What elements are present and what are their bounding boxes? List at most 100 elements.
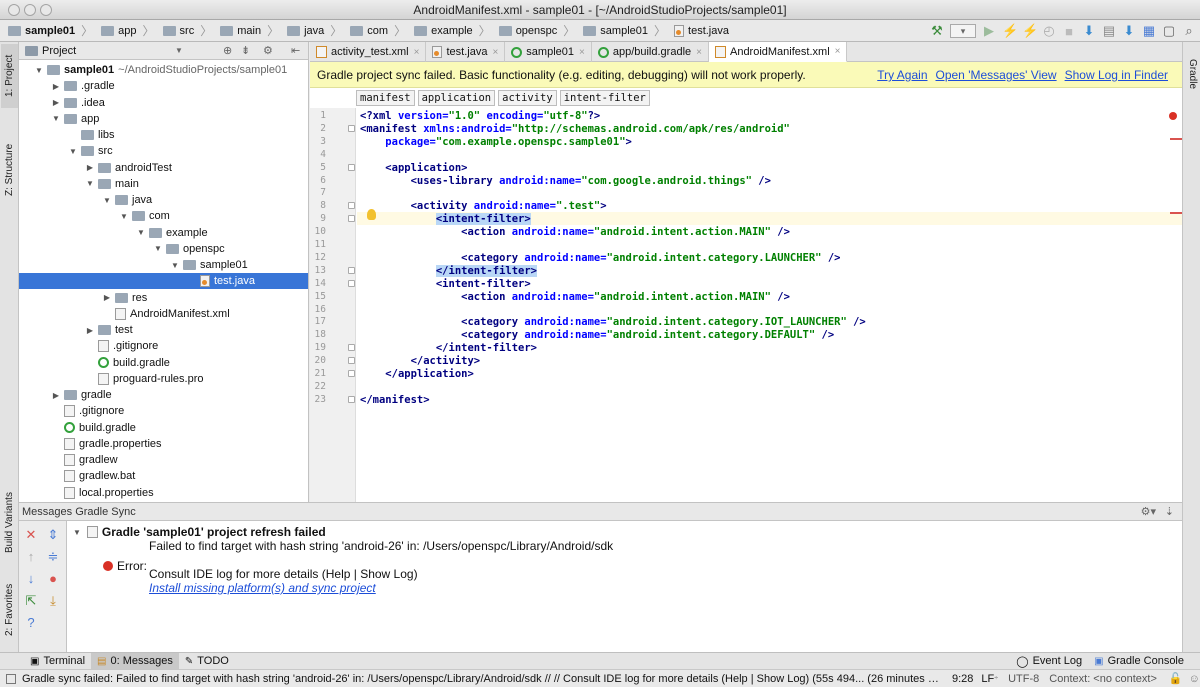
breadcrumb-item[interactable]: openspc 〉 <box>495 20 580 42</box>
device-monitor-icon[interactable]: ▢ <box>1162 23 1176 39</box>
hide-panel-icon[interactable]: ⇣ <box>1165 505 1174 518</box>
debug-icon[interactable]: ⚡ <box>1002 23 1018 39</box>
context-indicator[interactable]: Context: <no context> <box>1049 673 1157 685</box>
error-stripe-mark[interactable] <box>1170 212 1182 214</box>
chevron-right-icon[interactable]: ▶ <box>52 98 60 107</box>
profile-icon[interactable]: ◴ <box>1042 23 1056 39</box>
editor-tab[interactable]: test.java × <box>426 42 506 62</box>
editor-tab[interactable]: app/build.gradle × <box>592 42 709 62</box>
code-line[interactable]: <activity android:name=".test"> <box>360 200 607 213</box>
fold-marker-icon[interactable] <box>348 279 355 287</box>
breadcrumb-item[interactable]: test.java <box>670 20 733 42</box>
run-icon[interactable]: ▶ <box>982 23 996 39</box>
tab-structure-tool[interactable]: Z: Structure <box>1 122 18 218</box>
chevron-right-icon[interactable]: ▶ <box>52 82 60 91</box>
breadcrumb-item[interactable]: example 〉 <box>410 20 495 42</box>
tree-item[interactable]: ▶ androidTest <box>19 160 308 176</box>
breadcrumb-item[interactable]: app 〉 <box>97 20 158 42</box>
close-icon[interactable]: × <box>414 47 420 58</box>
avd-manager-icon[interactable]: ▤ <box>1102 23 1116 39</box>
code-line[interactable]: <uses-library android:name="com.google.a… <box>360 175 771 188</box>
chevron-down-icon[interactable]: ▼ <box>103 196 111 205</box>
sdk-manager-icon[interactable]: ⬇ <box>1122 23 1136 39</box>
project-view-title[interactable]: Project <box>42 45 76 57</box>
code-line[interactable]: </activity> <box>360 355 481 368</box>
breadcrumb-item[interactable]: sample01 〉 <box>4 20 97 42</box>
chevron-right-icon[interactable]: ▶ <box>86 326 94 335</box>
chevron-right-icon[interactable]: ▶ <box>86 163 94 172</box>
fold-marker-icon[interactable] <box>348 344 355 352</box>
breadcrumb-item[interactable]: sample01 〉 <box>579 20 670 42</box>
breadcrumb-item[interactable]: java 〉 <box>283 20 346 42</box>
tree-item[interactable]: ▼ main <box>19 176 308 192</box>
tree-item[interactable]: ▶ gradle <box>19 387 308 403</box>
tree-item[interactable]: libs <box>19 127 308 143</box>
file-encoding[interactable]: UTF-8 <box>1008 673 1039 685</box>
tab-messages[interactable]: ▤ 0: Messages <box>91 652 179 670</box>
tree-item[interactable]: ▶ res <box>19 290 308 306</box>
tree-item[interactable]: gradlew.bat <box>19 468 308 484</box>
apply-changes-icon[interactable]: ⚡ <box>1022 23 1038 39</box>
gear-icon[interactable]: ⚙▾ <box>1141 505 1156 518</box>
scroll-from-source-icon[interactable]: ⊕ <box>223 44 232 57</box>
editor-tab[interactable]: activity_test.xml × <box>310 42 427 62</box>
code-line[interactable]: <intent-filter> <box>360 278 531 291</box>
show-log-link[interactable]: Show Log in Finder <box>1065 68 1168 82</box>
chevron-down-icon[interactable]: ▼ <box>154 244 162 253</box>
try-again-link[interactable]: Try Again <box>877 68 927 82</box>
code-line[interactable]: <action android:name="android.intent.act… <box>360 226 790 239</box>
error-marker-icon[interactable] <box>1169 112 1177 120</box>
fold-marker-icon[interactable] <box>348 163 355 171</box>
close-icon[interactable]: × <box>835 46 841 57</box>
run-config-dropdown[interactable]: ▾ <box>950 24 976 38</box>
filter-errors-icon[interactable]: ● <box>46 571 60 586</box>
stop-icon[interactable]: ■ <box>1062 24 1076 39</box>
tree-item[interactable]: AndroidManifest.xml <box>19 306 308 322</box>
code-line[interactable]: </intent-filter> <box>360 342 537 355</box>
fold-marker-icon[interactable] <box>348 395 355 403</box>
code-line[interactable]: <intent-filter> <box>360 213 531 226</box>
tab-project-tool[interactable]: 1: Project <box>1 44 18 108</box>
tree-item[interactable]: ▶ .gradle <box>19 78 308 94</box>
previous-arrow-icon[interactable]: ↑ <box>24 549 38 564</box>
editor-tab[interactable]: sample01 × <box>505 42 592 62</box>
tree-item[interactable]: test.java <box>19 273 308 290</box>
xml-path-item[interactable]: activity <box>498 90 557 106</box>
tree-item[interactable]: build.gradle <box>19 420 308 436</box>
chevron-down-icon[interactable]: ▼ <box>52 114 60 123</box>
event-indicator-icon[interactable]: ☺ <box>1189 673 1200 685</box>
lock-icon[interactable]: 🔓 <box>1169 672 1183 685</box>
caret-position[interactable]: 9:28 <box>952 673 973 685</box>
code-line[interactable]: </manifest> <box>360 394 430 407</box>
tree-item[interactable]: .gitignore <box>19 338 308 354</box>
tree-item[interactable]: .gitignore <box>19 403 308 419</box>
hammer-icon[interactable]: ⚒ <box>930 23 944 39</box>
fold-marker-icon[interactable] <box>348 357 355 365</box>
code-line[interactable]: <manifest xmlns:android="http://schemas.… <box>360 123 790 136</box>
fold-marker-icon[interactable] <box>348 266 355 274</box>
code-line[interactable]: <?xml version="1.0" encoding="utf-8"?> <box>360 110 600 123</box>
next-arrow-icon[interactable]: ↓ <box>24 571 38 586</box>
gear-icon[interactable]: ⚙ <box>263 44 273 57</box>
code-line[interactable]: <category android:name="android.intent.c… <box>360 329 834 342</box>
tab-terminal[interactable]: ▣ Terminal <box>24 653 91 670</box>
project-structure-icon[interactable]: ▦ <box>1142 23 1156 39</box>
tree-item[interactable]: ▼ openspc <box>19 241 308 257</box>
tree-item[interactable]: ▼ app <box>19 111 308 127</box>
xml-path-item[interactable]: manifest <box>356 90 415 106</box>
tree-item[interactable]: ▶ .idea <box>19 95 308 111</box>
hide-panel-icon[interactable]: ⇤ <box>291 44 300 57</box>
tab-gradle-tool[interactable]: Gradle <box>1184 46 1200 102</box>
code-line[interactable]: <application> <box>360 162 467 175</box>
chevron-down-icon[interactable]: ▼ <box>120 212 128 221</box>
help-icon[interactable]: ? <box>24 615 38 630</box>
xml-path-item[interactable]: application <box>417 90 496 106</box>
tree-item[interactable]: gradlew <box>19 452 308 468</box>
chevron-down-icon[interactable]: ▼ <box>171 261 179 270</box>
tree-item[interactable]: ▼ sample01 <box>19 257 308 273</box>
code-line[interactable]: </intent-filter> <box>360 264 538 278</box>
tree-item[interactable]: ▼ example <box>19 225 308 241</box>
tree-item[interactable]: ▼ sample01 ~/AndroidStudioProjects/sample0… <box>19 62 308 78</box>
code-line[interactable]: <category android:name="android.intent.c… <box>360 316 866 329</box>
install-platform-link[interactable]: Install missing platform(s) and sync pro… <box>149 581 376 595</box>
